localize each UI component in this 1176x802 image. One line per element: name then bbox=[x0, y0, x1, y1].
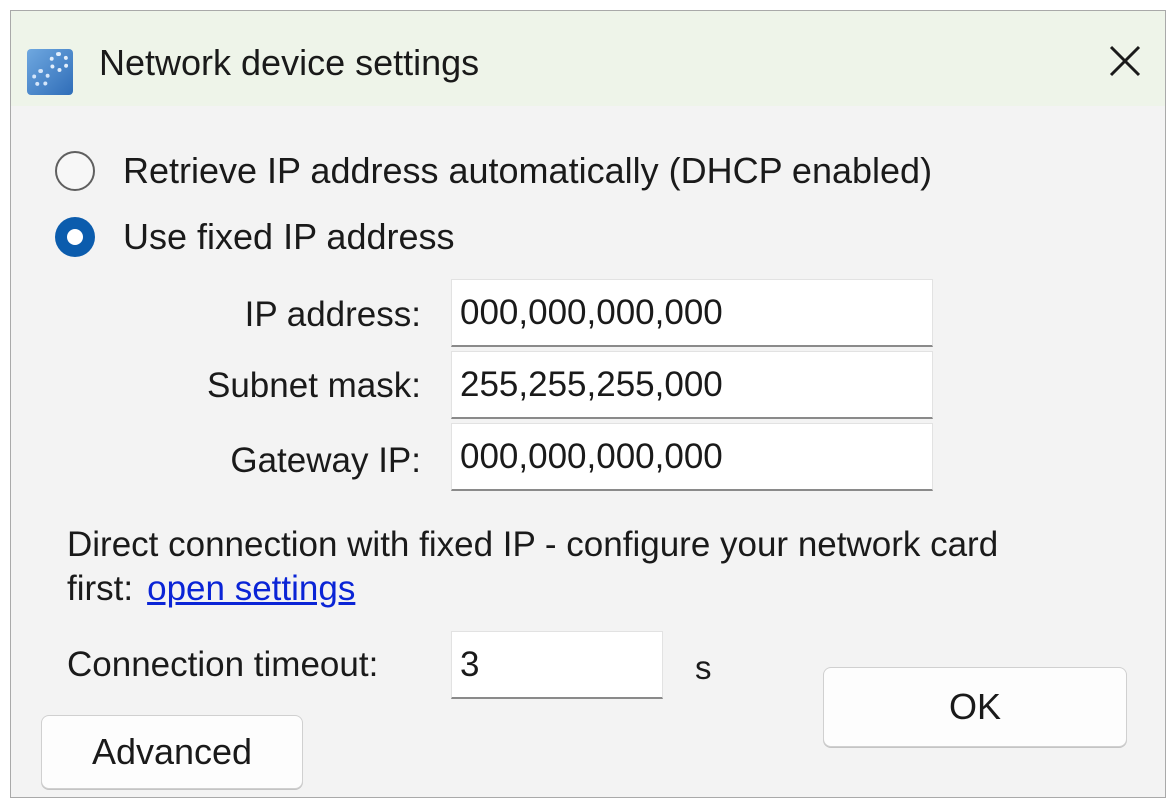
subnet-mask-label: Subnet mask: bbox=[207, 366, 421, 405]
fixed-ip-radio-label: Use fixed IP address bbox=[123, 216, 455, 257]
open-settings-link[interactable]: open settings bbox=[147, 569, 355, 608]
ip-address-label: IP address: bbox=[244, 295, 421, 334]
gateway-ip-label: Gateway IP: bbox=[230, 441, 421, 480]
connection-timeout-field[interactable] bbox=[451, 631, 663, 699]
dhcp-radio-option[interactable]: Retrieve IP address automatically (DHCP … bbox=[55, 147, 932, 195]
advanced-button[interactable]: Advanced bbox=[41, 715, 303, 789]
timeout-unit-label: s bbox=[695, 649, 712, 686]
close-button[interactable] bbox=[1103, 39, 1147, 83]
dialog-title: Network device settings bbox=[99, 42, 480, 83]
fixed-ip-info: Direct connection with fixed IP - config… bbox=[67, 523, 1087, 611]
title-bar: Network device settings bbox=[11, 11, 1165, 106]
dhcp-radio-label: Retrieve IP address automatically (DHCP … bbox=[123, 150, 933, 191]
connection-timeout-label: Connection timeout: bbox=[67, 645, 379, 684]
network-settings-dialog: Network device settings Retrieve IP addr… bbox=[10, 10, 1166, 798]
fixed-ip-radio-button[interactable] bbox=[55, 217, 95, 257]
fixed-ip-radio-option[interactable]: Use fixed IP address bbox=[55, 213, 455, 261]
network-settings-gears-icon bbox=[27, 49, 73, 95]
ip-address-field[interactable] bbox=[451, 279, 933, 347]
gateway-ip-field[interactable] bbox=[451, 423, 933, 491]
ok-button[interactable]: OK bbox=[823, 667, 1127, 747]
subnet-mask-field[interactable] bbox=[451, 351, 933, 419]
dhcp-radio-button[interactable] bbox=[55, 151, 95, 191]
close-icon bbox=[1109, 45, 1141, 77]
